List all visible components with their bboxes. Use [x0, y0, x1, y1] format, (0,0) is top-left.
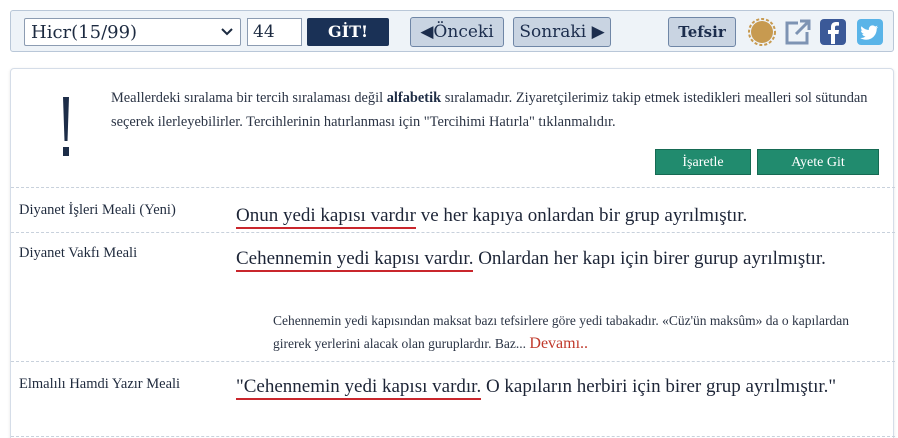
next-button[interactable]: Sonraki ▶: [513, 17, 611, 47]
translation-row: Diyanet Vakfı Meali Cehennemin yedi kapı…: [11, 232, 895, 360]
content-panel: Meallerdeki sıralama bir tercih sıralama…: [10, 68, 895, 438]
notice-text-start: Meallerdeki sıralama bir tercih sıralama…: [111, 90, 387, 106]
commentary-note: Cehennemin yedi kapısından maksat bazı t…: [273, 309, 883, 355]
badge-icon[interactable]: [748, 18, 776, 46]
tafsir-button[interactable]: Tefsir: [668, 17, 736, 47]
go-to-verse-button[interactable]: Ayete Git: [757, 149, 879, 175]
highlighted-phrase: "Cehennemin yedi kapısı vardır.: [236, 376, 482, 400]
previous-button[interactable]: ◀Önceki: [410, 17, 504, 47]
surah-select-value: Hicr(15/99): [31, 21, 138, 43]
translation-name[interactable]: Diyanet Vakfı Meali: [19, 245, 137, 262]
translation-name[interactable]: Diyanet İşleri Meali (Yeni): [19, 202, 176, 219]
exclamation-icon: [63, 97, 69, 156]
chevron-down-icon: [221, 28, 233, 36]
facebook-icon[interactable]: [819, 18, 847, 46]
notice-text-bold: alfabetik: [386, 90, 442, 106]
toolbar: Hicr(15/99) 44 GİT! ◀Önceki Sonraki ▶ Te…: [10, 10, 894, 52]
surah-select[interactable]: Hicr(15/99): [24, 18, 241, 46]
highlighted-phrase: Cehennemin yedi kapısı vardır.: [236, 248, 474, 272]
twitter-icon[interactable]: [856, 18, 884, 46]
read-more-link[interactable]: Devamı..: [529, 335, 588, 352]
external-link-icon[interactable]: [784, 18, 812, 46]
translation-row: Diyanet İşleri Meali (Yeni) Onun yedi ka…: [11, 187, 895, 231]
ayah-number-input[interactable]: 44: [247, 18, 302, 46]
mark-button[interactable]: İşaretle: [655, 149, 751, 175]
translation-text: Cehennemin yedi kapısı vardır. Onlardan …: [236, 244, 876, 273]
divider: [11, 436, 895, 437]
translation-row: Elmalılı Hamdi Yazır Meali "Cehennemin y…: [11, 361, 895, 435]
translation-rest: Onlardan her kapı için birer gurup ayrıl…: [473, 248, 826, 269]
translation-rest: O kapıların herbiri için birer grup ayrı…: [481, 376, 837, 397]
highlighted-phrase: Onun yedi kapısı vardır: [236, 205, 416, 229]
info-notice: Meallerdeki sıralama bir tercih sıralama…: [111, 87, 881, 134]
go-button[interactable]: GİT!: [307, 18, 389, 46]
translation-text: Onun yedi kapısı vardır ve her kapıya on…: [236, 201, 876, 230]
translation-rest: ve her kapıya onlardan bir grup ayrılmış…: [415, 205, 748, 226]
translation-name[interactable]: Elmalılı Hamdi Yazır Meali: [19, 376, 180, 393]
translation-text: "Cehennemin yedi kapısı vardır. O kapıla…: [236, 372, 876, 401]
